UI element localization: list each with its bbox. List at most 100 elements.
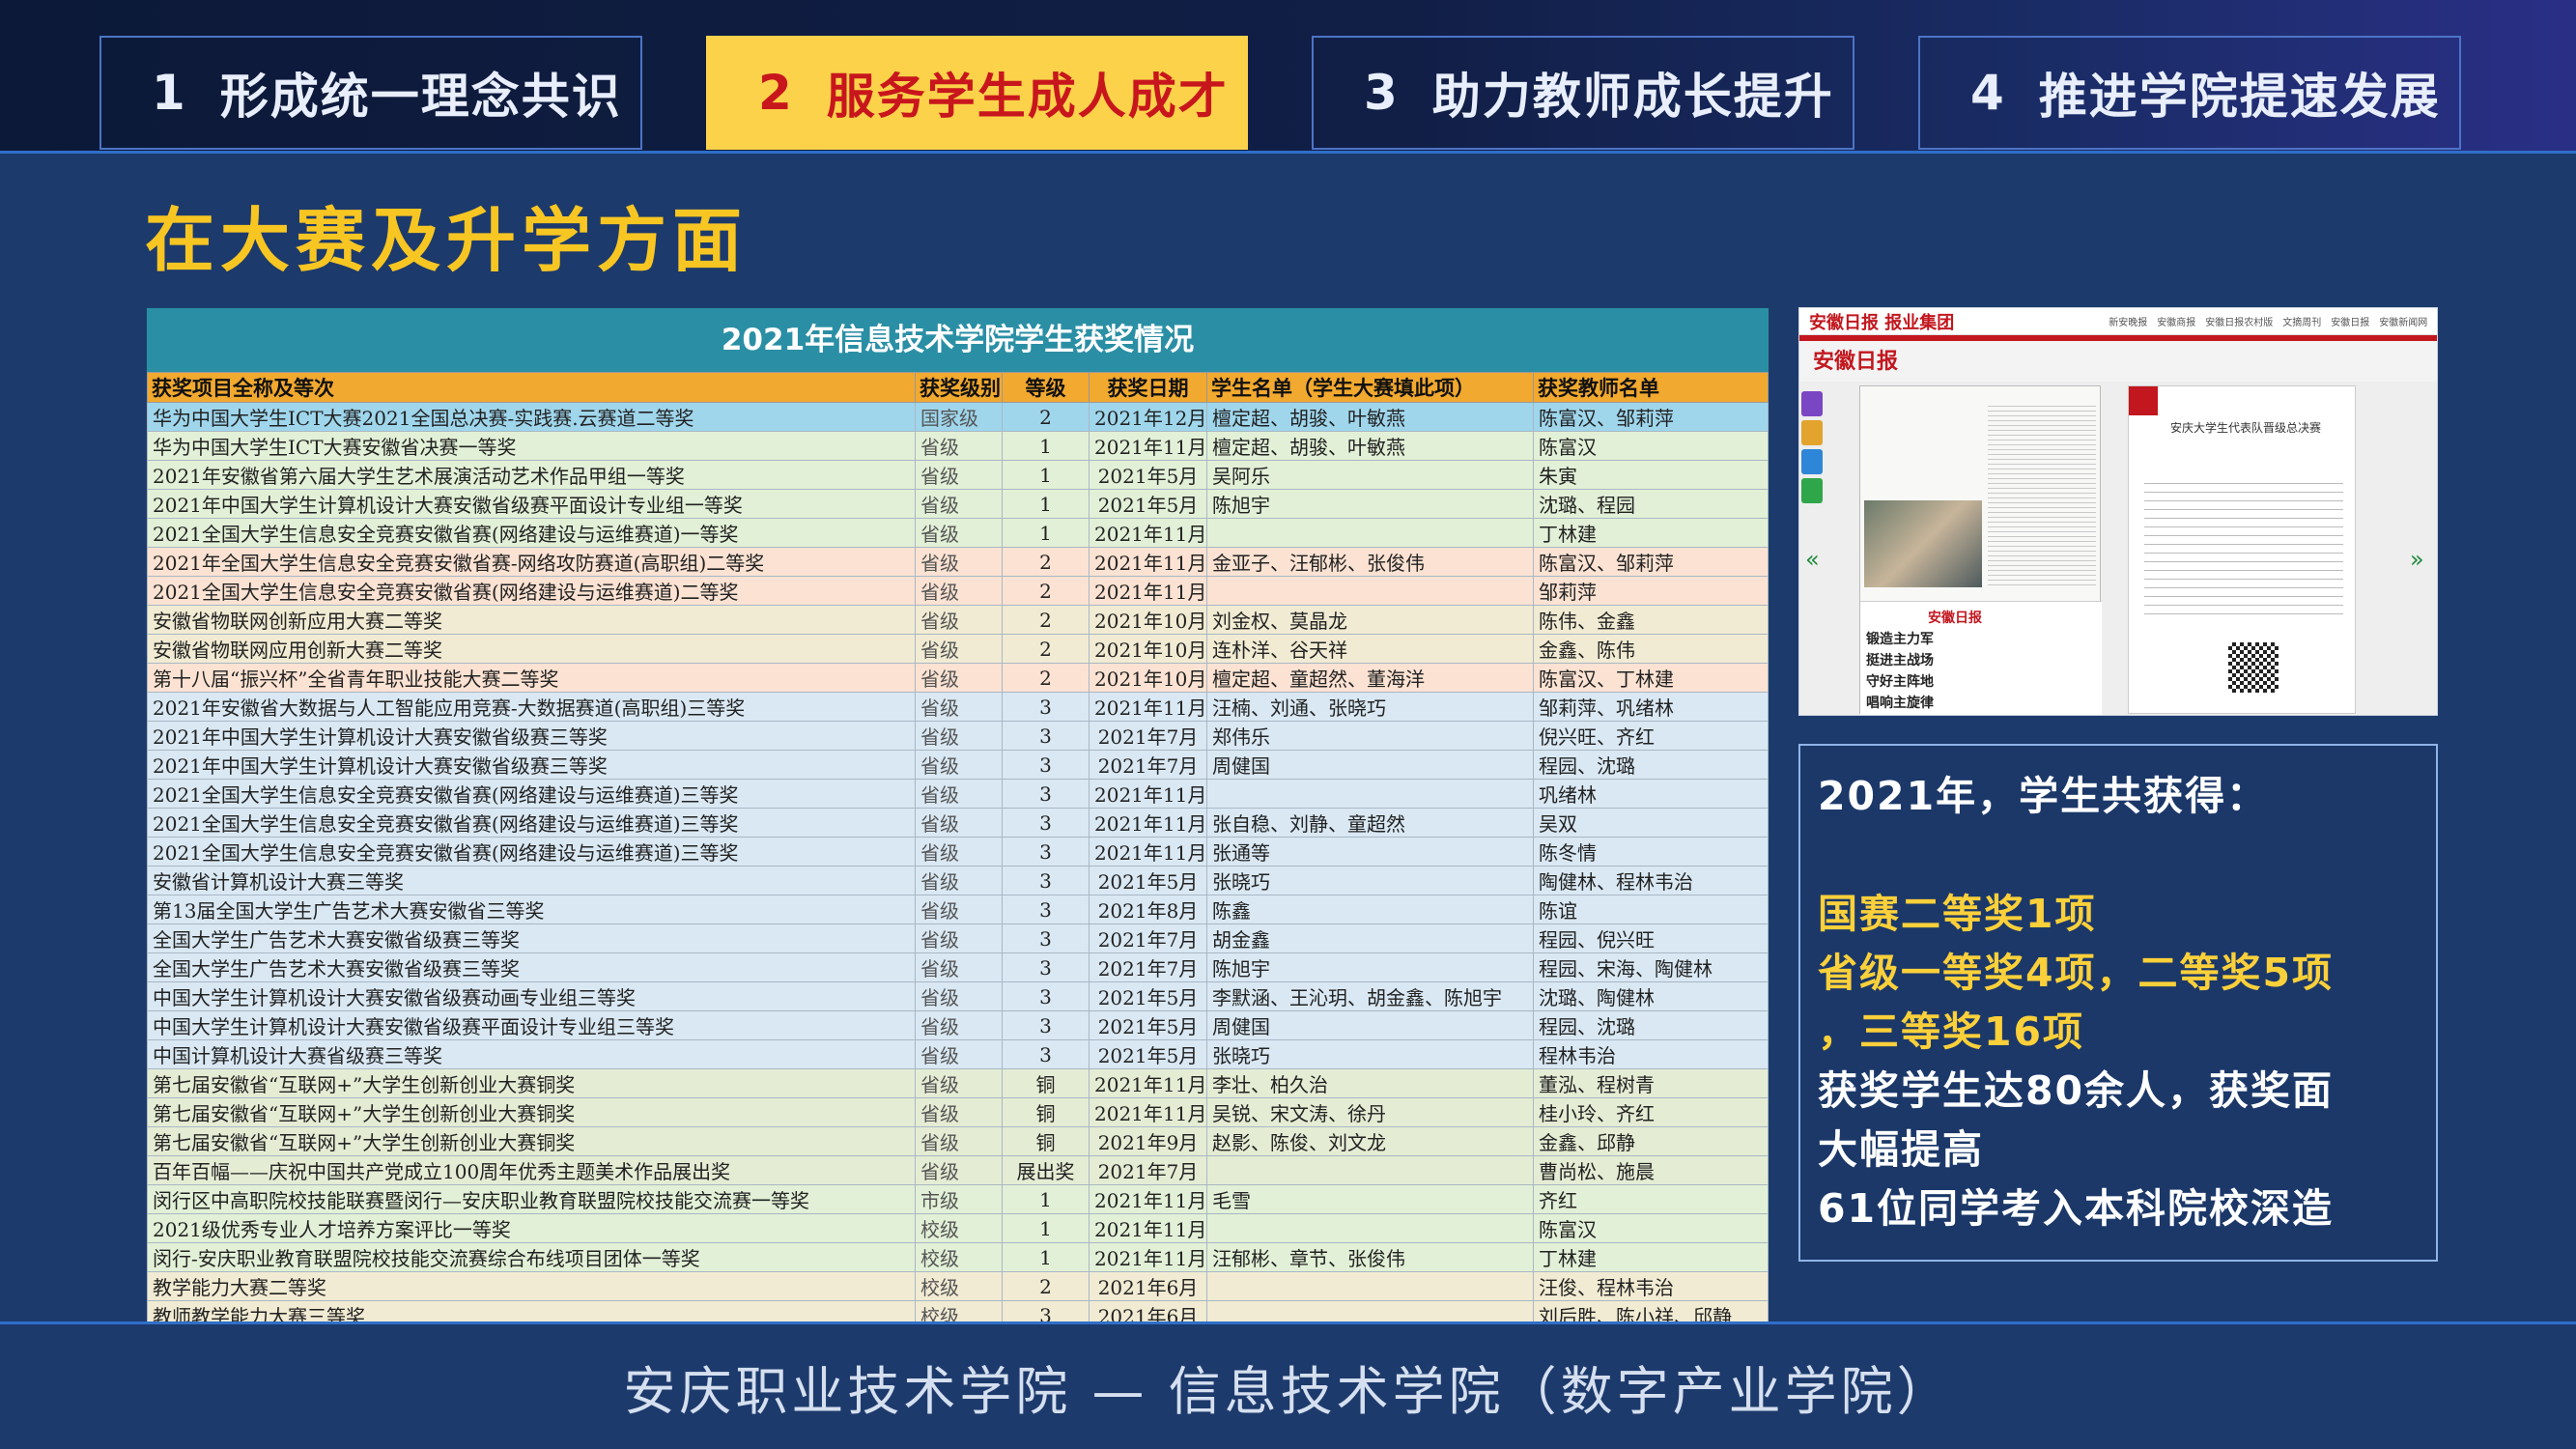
teacher-names: 陈富汉、邹莉萍 [1533, 547, 1769, 577]
slogan: 守好主阵地 [1866, 674, 1934, 690]
student-names [1206, 518, 1534, 548]
teacher-names: 陈冬情 [1533, 837, 1769, 867]
award-level: 省级 [915, 866, 1003, 895]
teacher-names: 陈富汉 [1533, 431, 1769, 461]
award-date: 2021年7月 [1089, 952, 1207, 982]
award-level: 省级 [915, 431, 1003, 461]
tab-2[interactable]: 2 服务学生成人成才 [706, 36, 1248, 150]
student-names: 张自稳、刘静、童超然 [1206, 808, 1534, 838]
award-name: 华为中国大学生ICT大赛2021全国总决赛-实践赛.云赛道二等奖 [147, 402, 916, 432]
tab-1[interactable]: 1 形成统一理念共识 [99, 36, 642, 150]
teacher-names: 金鑫、陈伟 [1533, 634, 1769, 664]
award-grade: 1 [1002, 518, 1090, 548]
student-names: 张晓巧 [1206, 866, 1534, 895]
award-grade: 3 [1002, 923, 1090, 953]
award-grade: 1 [1002, 489, 1090, 519]
share-icon[interactable] [1801, 449, 1823, 474]
student-names: 檀定超、胡骏、叶敏燕 [1206, 431, 1534, 461]
student-names [1206, 1155, 1534, 1185]
tab-4[interactable]: 4 推进学院提速发展 [1918, 36, 2461, 150]
award-name: 2021年全国大学生信息安全竞赛安徽省赛-网络攻防赛道(高职组)二等奖 [147, 547, 916, 577]
award-name: 全国大学生广告艺术大赛安徽省级赛三等奖 [147, 952, 916, 982]
awards-table: 获奖项目全称及等次 获奖级别 等级 获奖日期 学生名单（学生大赛填此项） 获奖教… [147, 372, 1769, 1330]
award-name: 中国大学生计算机设计大赛安徽省级赛动画专业组三等奖 [147, 981, 916, 1011]
teacher-names: 桂小玲、齐红 [1533, 1097, 1769, 1127]
award-name: 2021全国大学生信息安全竞赛安徽省赛(网络建设与运维赛道)三等奖 [147, 808, 916, 838]
award-grade: 1 [1002, 1184, 1090, 1214]
award-date: 2021年11月 [1089, 1184, 1207, 1214]
award-date: 2021年11月 [1089, 779, 1207, 809]
award-grade: 3 [1002, 750, 1090, 780]
award-level: 省级 [915, 576, 1003, 606]
next-arrow-icon[interactable]: » [2410, 546, 2424, 573]
table-row: 闵行-安庆职业教育联盟院校技能交流赛综合布线项目团体一等奖 校级 1 2021年11月… [147, 1242, 1769, 1272]
award-grade: 铜 [1002, 1068, 1090, 1098]
award-level: 市级 [915, 1184, 1003, 1214]
share-icon[interactable] [1801, 478, 1823, 503]
news-nav-item[interactable]: 安徽商报 [2157, 314, 2195, 328]
teacher-names: 陶健林、程林韦治 [1533, 866, 1769, 895]
award-name: 中国大学生计算机设计大赛安徽省级赛平面设计专业组三等奖 [147, 1010, 916, 1040]
teacher-names: 程园、倪兴旺 [1533, 923, 1769, 953]
newspaper-screenshot: 安徽日报 报业集团 新安晚报 安徽商报 安徽日报农村版 文摘周刊 安徽日报 安徽… [1798, 307, 2438, 716]
table-row: 2021年全国大学生信息安全竞赛安徽省赛-网络攻防赛道(高职组)二等奖 省级 2 20… [147, 547, 1769, 577]
award-name: 2021年安徽省大数据与人工智能应用竞赛-大数据赛道(高职组)三等奖 [147, 692, 916, 722]
teacher-names: 邹莉萍 [1533, 576, 1769, 606]
award-grade: 2 [1002, 547, 1090, 577]
award-name: 百年百幅——庆祝中国共产党成立100周年优秀主题美术作品展出奖 [147, 1155, 916, 1185]
award-date: 2021年11月 [1089, 547, 1207, 577]
news-nav-item[interactable]: 安徽日报 [2331, 314, 2369, 328]
table-row: 中国大学生计算机设计大赛安徽省级赛动画专业组三等奖 省级 3 2021年5月 李默涵、王… [147, 981, 1769, 1011]
article-tag [2129, 386, 2158, 415]
award-level: 省级 [915, 547, 1003, 577]
paper-logo: 安徽日报 [1928, 611, 1982, 626]
article-text [2144, 483, 2343, 618]
table-header-row: 获奖项目全称及等次 获奖级别 等级 获奖日期 学生名单（学生大赛填此项） 获奖教… [147, 372, 1769, 403]
news-nav-item[interactable]: 安徽日报农村版 [2205, 314, 2273, 328]
news-nav-item[interactable]: 文摘周刊 [2282, 314, 2321, 328]
award-grade: 3 [1002, 1039, 1090, 1069]
student-names: 李壮、柏久治 [1206, 1068, 1534, 1098]
table-row: 2021级优秀专业人才培养方案评比一等奖 校级 1 2021年11月 陈富汉 [147, 1213, 1769, 1243]
award-level: 省级 [915, 460, 1003, 490]
teacher-names: 陈谊 [1533, 895, 1769, 924]
student-names: 郑伟乐 [1206, 721, 1534, 751]
award-name: 全国大学生广告艺术大赛安徽省级赛三等奖 [147, 923, 916, 953]
news-nav-item[interactable]: 新安晚报 [2109, 314, 2147, 328]
award-date: 2021年5月 [1089, 1010, 1207, 1040]
table-row: 全国大学生广告艺术大赛安徽省级赛三等奖 省级 3 2021年7月 胡金鑫 程园、倪兴旺 [147, 923, 1769, 953]
paper-slogans: 锻造主力军 挺进主战场 守好主阵地 唱响主旋律 [1866, 629, 1934, 714]
student-names: 吴锐、宋文涛、徐丹 [1206, 1097, 1534, 1127]
award-name: 第七届安徽省“互联网+”大学生创新创业大赛铜奖 [147, 1068, 916, 1098]
award-level: 省级 [915, 605, 1003, 635]
award-grade: 1 [1002, 431, 1090, 461]
award-date: 2021年11月 [1089, 1213, 1207, 1243]
col-header: 获奖项目全称及等次 [147, 372, 916, 403]
teacher-names: 程园、沈璐 [1533, 1010, 1769, 1040]
share-icon[interactable] [1801, 391, 1823, 416]
student-names: 胡金鑫 [1206, 923, 1534, 953]
award-level: 省级 [915, 518, 1003, 548]
teacher-names: 倪兴旺、齐红 [1533, 721, 1769, 751]
student-names: 金亚子、汪郁彬、张俊伟 [1206, 547, 1534, 577]
news-article: 安庆大学生代表队晋级总决赛 [2128, 385, 2356, 714]
news-body: « 安徽日报 锻造主力军 挺进主战场 守好主阵地 唱响主旋律 安庆大学生代表队晋… [1799, 382, 2437, 715]
award-name: 安徽省物联网创新应用大赛二等奖 [147, 605, 916, 635]
table-row: 闵行区中高职院校技能联赛暨闵行—安庆职业教育联盟院校技能交流赛一等奖 市级 1 202… [147, 1184, 1769, 1214]
award-name: 2021全国大学生信息安全竞赛安徽省赛(网络建设与运维赛道)二等奖 [147, 576, 916, 606]
award-level: 省级 [915, 779, 1003, 809]
table-row: 教学能力大赛二等奖 校级 2 2021年6月 汪俊、程林韦治 [147, 1271, 1769, 1301]
award-date: 2021年11月 [1089, 431, 1207, 461]
award-name: 2021年中国大学生计算机设计大赛安徽省级赛平面设计专业组一等奖 [147, 489, 916, 519]
share-icon[interactable] [1801, 420, 1823, 445]
tab-3[interactable]: 3 助力教师成长提升 [1312, 36, 1854, 150]
slogan: 锻造主力军 [1866, 632, 1934, 647]
award-date: 2021年11月 [1089, 518, 1207, 548]
award-date: 2021年5月 [1089, 1039, 1207, 1069]
summary-line: 61位同学考入本科院校深造 [1818, 1185, 2335, 1232]
award-level: 省级 [915, 1155, 1003, 1185]
prev-arrow-icon[interactable]: « [1805, 546, 1820, 573]
teacher-names: 邹莉萍、巩绪林 [1533, 692, 1769, 722]
student-names: 连朴洋、谷天祥 [1206, 634, 1534, 664]
news-nav-item[interactable]: 安徽新闻网 [2379, 314, 2427, 328]
